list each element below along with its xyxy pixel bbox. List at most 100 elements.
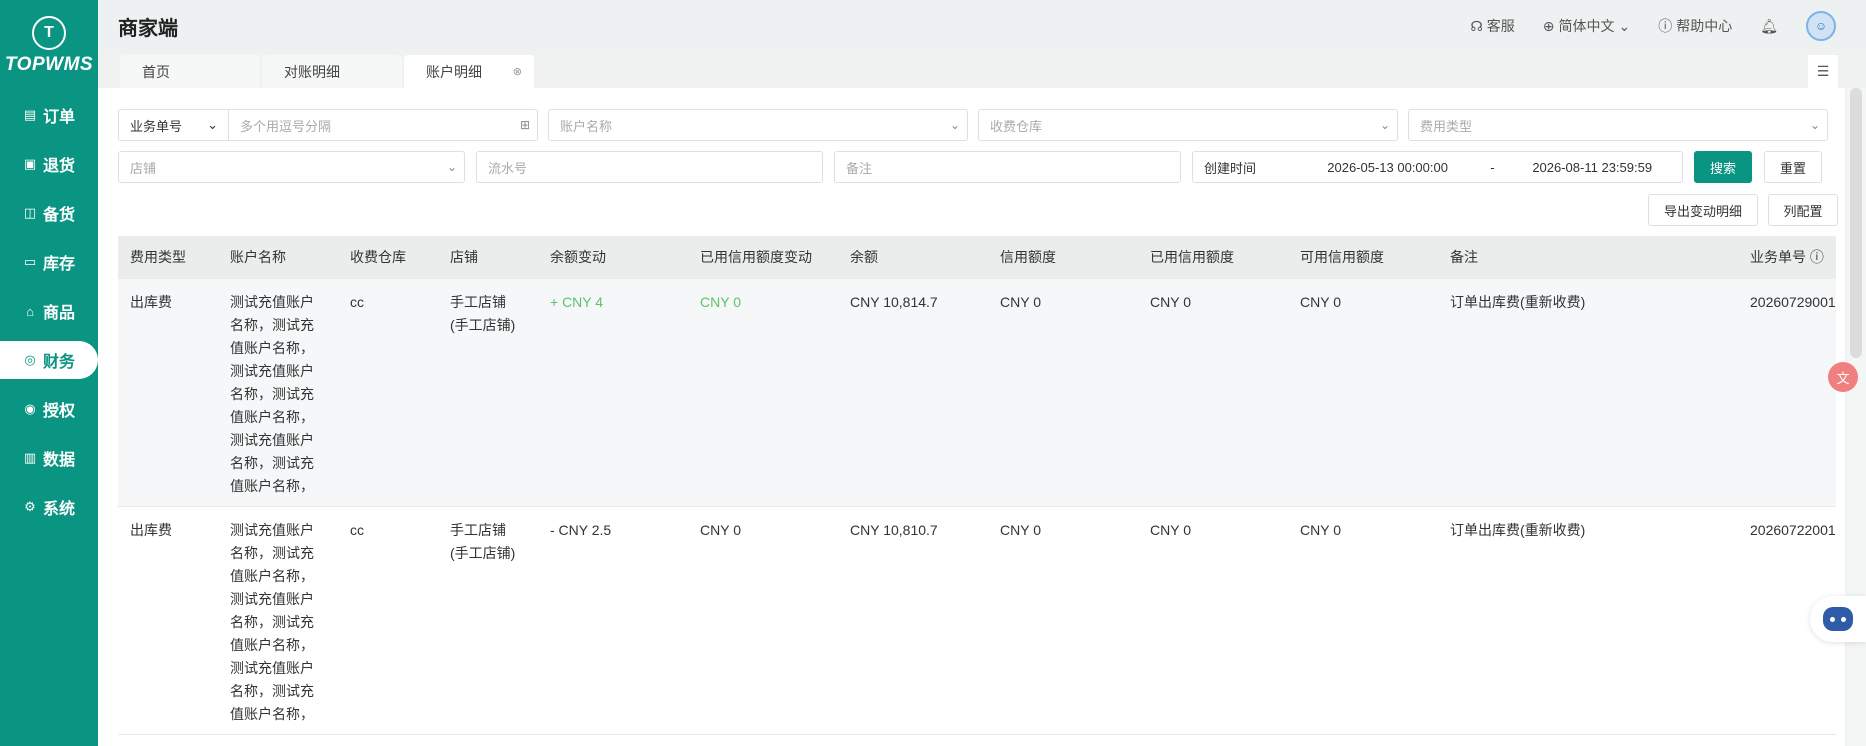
sidebar-item-product[interactable]: ⌂ 商品 — [0, 292, 98, 330]
vertical-scrollbar[interactable] — [1846, 88, 1866, 746]
sidebar-item-auth[interactable]: ◉ 授权 — [0, 390, 98, 428]
col-used-credit-change: 已用信用额度变动 — [700, 249, 812, 265]
product-icon: ⌂ — [26, 303, 34, 319]
cell-used-credit-change: CNY 0 — [700, 522, 741, 538]
stock-prep-icon: ◫ — [23, 205, 37, 220]
sidebar-item-label: 授权 — [43, 403, 76, 420]
sidebar-item-label: 财务 — [43, 354, 76, 371]
cell-credit-limit: CNY 0 — [1000, 522, 1041, 538]
sidebar-item-inventory[interactable]: ▭ 库存 — [0, 243, 98, 281]
sidebar-nav: ▤ 订单 ▣ 退货 ◫ 备货 ▭ 库存 ⌂ 商品 ◎ 财务 ◉ 授权 ▥ 数据 ⚙ 系统 — [0, 96, 98, 526]
export-detail-button[interactable]: 导出变动明细 — [1648, 194, 1758, 226]
col-fee-type: 费用类型 — [130, 249, 186, 265]
cell-biz-no[interactable]: 20260729001 — [1738, 279, 1836, 506]
shop-select[interactable]: 店铺 ⌄ — [118, 151, 465, 183]
logo-mark-icon: T — [32, 16, 66, 50]
biz-no-input[interactable]: 多个用逗号分隔 — [229, 116, 513, 135]
sidebar-item-return[interactable]: ▣ 退货 — [0, 145, 98, 183]
col-available-credit: 可用信用额度 — [1300, 249, 1384, 265]
sidebar-item-system[interactable]: ⚙ 系统 — [0, 488, 98, 526]
cell-shop: 手工店铺(手工店铺) — [450, 522, 516, 561]
user-avatar[interactable]: ☺ — [1806, 11, 1836, 41]
sidebar-item-data[interactable]: ▥ 数据 — [0, 439, 98, 477]
date-start[interactable]: 2026-05-13 00:00:00 — [1293, 160, 1483, 175]
tab-home[interactable]: 首页 — [120, 55, 260, 88]
fee-type-placeholder: 费用类型 — [1420, 118, 1473, 134]
help-center-link[interactable]: ⓘ 帮助中心 — [1658, 16, 1732, 36]
tab-label: 账户明细 — [426, 63, 482, 80]
globe-icon: ⊕ — [1542, 17, 1555, 34]
warehouse-select[interactable]: 收费仓库 ⌄ — [978, 109, 1398, 141]
col-warehouse: 收费仓库 — [350, 249, 406, 265]
robot-icon — [1823, 607, 1853, 631]
fee-type-select[interactable]: 费用类型 ⌄ — [1408, 109, 1828, 141]
cell-credit-limit: CNY 0 — [1000, 294, 1041, 310]
date-separator: - — [1490, 159, 1495, 175]
settings-icon: ⚙ — [24, 499, 36, 514]
account-name-select[interactable]: 账户名称 ⌄ — [548, 109, 968, 141]
tab-label: 首页 — [142, 63, 170, 80]
serial-no-input[interactable]: 流水号 — [476, 151, 823, 183]
data-icon: ▥ — [23, 450, 37, 465]
sidebar-item-label: 备货 — [43, 207, 76, 224]
reset-button[interactable]: 重置 — [1764, 151, 1822, 183]
close-icon[interactable]: ⊗ — [513, 65, 522, 78]
tab-label: 对账明细 — [284, 63, 340, 80]
tab-reconciliation[interactable]: 对账明细 — [262, 55, 402, 88]
col-used-credit: 已用信用额度 — [1150, 249, 1234, 265]
biz-no-type-select[interactable]: 业务单号 ⌄ — [119, 110, 229, 140]
assistant-bot-button[interactable] — [1810, 596, 1866, 642]
cell-balance: CNY 10,814.7 — [850, 294, 938, 310]
table-header: 费用类型 账户名称 收费仓库 店铺 余额变动 已用信用额度变动 余额 信用额度 … — [118, 236, 1836, 279]
page-tabs: 首页 对账明细 账户明细 ⊗ ☰ — [120, 55, 1838, 88]
sidebar-item-stock-prep[interactable]: ◫ 备货 — [0, 194, 98, 232]
chevron-down-icon: ⌄ — [207, 117, 218, 132]
col-balance-change: 余额变动 — [550, 249, 606, 265]
cell-account-name: 测试充值账户名称，测试充值账户名称，测试充值账户名称，测试充值账户名称，测试充值… — [230, 522, 314, 722]
inventory-icon: ▭ — [23, 254, 37, 269]
logo[interactable]: T TOPWMS — [0, 0, 98, 92]
scrollbar-thumb[interactable] — [1850, 88, 1862, 358]
menu-icon: ☰ — [1816, 63, 1830, 79]
chevron-down-icon: ⌄ — [949, 118, 961, 132]
date-end[interactable]: 2026-08-11 23:59:59 — [1502, 160, 1682, 175]
chevron-down-icon: ⌄ — [1809, 118, 1821, 132]
sidebar-item-label: 退货 — [43, 158, 76, 175]
sidebar-item-order[interactable]: ▤ 订单 — [0, 96, 98, 134]
tab-account-detail[interactable]: 账户明细 ⊗ — [404, 55, 534, 88]
language-select[interactable]: ⊕ 简体中文 ⌄ — [1543, 16, 1630, 36]
account-name-placeholder: 账户名称 — [560, 118, 613, 134]
warehouse-placeholder: 收费仓库 — [990, 118, 1043, 134]
expand-input-icon[interactable]: ⊞ — [513, 118, 537, 132]
translate-float-button[interactable]: 文 — [1828, 362, 1858, 392]
sidebar-item-label: 数据 — [43, 452, 76, 469]
cell-warehouse: cc — [350, 294, 364, 310]
cell-account-name: 测试充值账户名称，测试充值账户名称，测试充值账户名称，测试充值账户名称，测试充值… — [230, 294, 314, 494]
order-icon: ▤ — [23, 107, 37, 122]
app-title: 商家端 — [118, 17, 178, 40]
cell-used-credit: CNY 0 — [1150, 522, 1191, 538]
notification-bell[interactable]: 🔔︎ — [1760, 18, 1778, 35]
sidebar-item-finance[interactable]: ◎ 财务 — [0, 341, 98, 379]
tabs-menu-button[interactable]: ☰ — [1808, 55, 1838, 88]
bell-icon: 🔔︎ — [1760, 17, 1778, 34]
remark-input[interactable]: 备注 — [834, 151, 1181, 183]
finance-icon: ◎ — [24, 352, 36, 367]
customer-service-link[interactable]: ☊ 客服 — [1470, 16, 1514, 36]
cell-warehouse: cc — [350, 522, 364, 538]
cell-available-credit: CNY 0 — [1300, 522, 1341, 538]
sidebar-item-label: 系统 — [43, 501, 76, 518]
serial-no-placeholder: 流水号 — [488, 160, 528, 176]
biz-no-filter: 业务单号 ⌄ 多个用逗号分隔 ⊞ — [118, 109, 538, 141]
cell-available-credit: CNY 0 — [1300, 294, 1341, 310]
search-button[interactable]: 搜索 — [1694, 151, 1752, 183]
chevron-down-icon: ⌄ — [1379, 118, 1391, 132]
column-config-button[interactable]: 列配置 — [1768, 194, 1838, 226]
cell-balance-change: - CNY 2.5 — [550, 522, 612, 538]
main-panel: 业务单号 ⌄ 多个用逗号分隔 ⊞ 账户名称 ⌄ 收费仓库 ⌄ 费用类型 ⌄ 店铺 ⌄ 流水… — [98, 88, 1845, 746]
chevron-down-icon: ⌄ — [1618, 17, 1631, 34]
cell-shop: 手工店铺(手工店铺) — [450, 294, 516, 333]
table-row: 出库费 测试充值账户名称，测试充值账户名称，测试充值账户名称，测试充值账户名称，… — [118, 507, 1836, 735]
created-time-range[interactable]: 创建时间 2026-05-13 00:00:00 - 2026-08-11 23… — [1192, 151, 1683, 183]
cell-balance-change: + CNY 4 — [550, 294, 604, 310]
